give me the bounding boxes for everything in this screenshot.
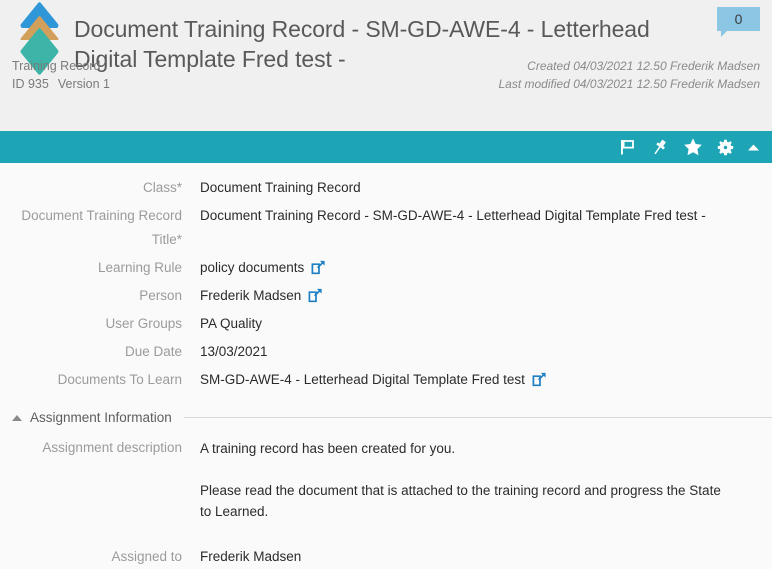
- property-list: Class* Document Training Record Document…: [0, 163, 772, 394]
- record-body: Class* Document Training Record Document…: [0, 163, 772, 569]
- field-value: Frederik Madsen: [200, 288, 302, 303]
- field-value-wrap: policy documents: [200, 256, 326, 280]
- section-divider: [183, 417, 772, 418]
- page-header: Document Training Record - SM-GD-AWE-4 -…: [0, 0, 772, 131]
- field-class: Class* Document Training Record: [0, 174, 772, 202]
- field-value: policy documents: [200, 260, 305, 275]
- field-value: Document Training Record: [200, 180, 361, 195]
- field-due-date: Due Date 13/03/2021: [0, 338, 772, 366]
- pin-icon[interactable]: [643, 131, 676, 163]
- field-value-wrap: SM-GD-AWE-4 - Letterhead Digital Templat…: [200, 368, 547, 392]
- field-value-wrap: Frederik Madsen: [200, 545, 301, 569]
- field-documents-to-learn: Documents To Learn SM-GD-AWE-4 - Letterh…: [0, 366, 772, 394]
- action-toolbar: [0, 131, 772, 163]
- field-document-training-record-title: Document Training Record Title* Document…: [0, 202, 772, 254]
- external-link-icon[interactable]: [308, 287, 323, 311]
- field-value-wrap: Document Training Record: [200, 176, 361, 200]
- chevron-up-icon[interactable]: [742, 131, 764, 163]
- field-value-wrap: A training record has been created for y…: [200, 438, 725, 522]
- field-assignment-description: Assignment description A training record…: [0, 438, 772, 522]
- field-value-wrap: PA Quality: [200, 312, 262, 336]
- record-id: ID 935: [12, 77, 49, 91]
- comment-count-value: 0: [734, 11, 743, 27]
- gear-icon[interactable]: [709, 131, 742, 163]
- field-assigned-to: Assigned to Frederik Madsen: [0, 543, 772, 569]
- field-value: SM-GD-AWE-4 - Letterhead Digital Templat…: [200, 372, 525, 387]
- field-value: 13/03/2021: [200, 344, 268, 359]
- record-type: Training Record: [12, 59, 101, 73]
- field-label: Assigned to: [111, 549, 182, 564]
- record-meta-left: Training Record ID 935 Version 1: [12, 57, 119, 93]
- flag-icon[interactable]: [610, 131, 643, 163]
- created-info: Created 04/03/2021 12.50 Frederik Madsen: [527, 59, 760, 73]
- field-label: Due Date: [124, 344, 182, 359]
- field-label: User Groups: [105, 316, 182, 331]
- field-value-wrap: 13/03/2021: [200, 340, 268, 364]
- field-label: Document Training Record Title*: [21, 208, 182, 247]
- external-link-icon[interactable]: [311, 259, 326, 283]
- field-learning-rule: Learning Rule policy documents: [0, 254, 772, 282]
- field-value-wrap: Document Training Record - SM-GD-AWE-4 -…: [200, 204, 706, 228]
- field-value: PA Quality: [200, 316, 263, 331]
- comment-count-badge[interactable]: 0: [717, 7, 760, 37]
- header-meta-row: Training Record ID 935 Version 1 Created …: [0, 57, 772, 93]
- external-link-icon[interactable]: [532, 371, 547, 395]
- description-paragraph: A training record has been created for y…: [200, 441, 456, 456]
- record-detail-page: Document Training Record - SM-GD-AWE-4 -…: [0, 0, 772, 569]
- field-label: Assignment description: [42, 440, 182, 455]
- record-id-version: ID 935 Version 1: [12, 75, 119, 93]
- last-modified-info: Last modified 04/03/2021 12.50 Frederik …: [498, 77, 761, 91]
- field-user-groups: User Groups PA Quality: [0, 310, 772, 338]
- caret-up-icon[interactable]: [12, 414, 22, 421]
- field-label: Person: [139, 288, 182, 303]
- star-icon[interactable]: [676, 131, 709, 163]
- field-person: Person Frederik Madsen: [0, 282, 772, 310]
- description-paragraph: Please read the document that is attache…: [200, 483, 721, 519]
- field-label: Class*: [142, 180, 182, 195]
- field-label: Documents To Learn: [57, 372, 182, 387]
- section-title: Assignment Information: [30, 410, 172, 425]
- record-meta-right: Created 04/03/2021 12.50 Frederik Madsen…: [499, 57, 761, 93]
- assignment-information-section-header[interactable]: Assignment Information: [0, 410, 772, 425]
- field-label: Learning Rule: [97, 260, 182, 275]
- field-value-wrap: Frederik Madsen: [200, 284, 323, 308]
- record-version: Version 1: [57, 77, 110, 91]
- badge-tail: [721, 30, 728, 37]
- field-value: Document Training Record - SM-GD-AWE-4 -…: [200, 208, 706, 223]
- field-value: Frederik Madsen: [200, 549, 302, 564]
